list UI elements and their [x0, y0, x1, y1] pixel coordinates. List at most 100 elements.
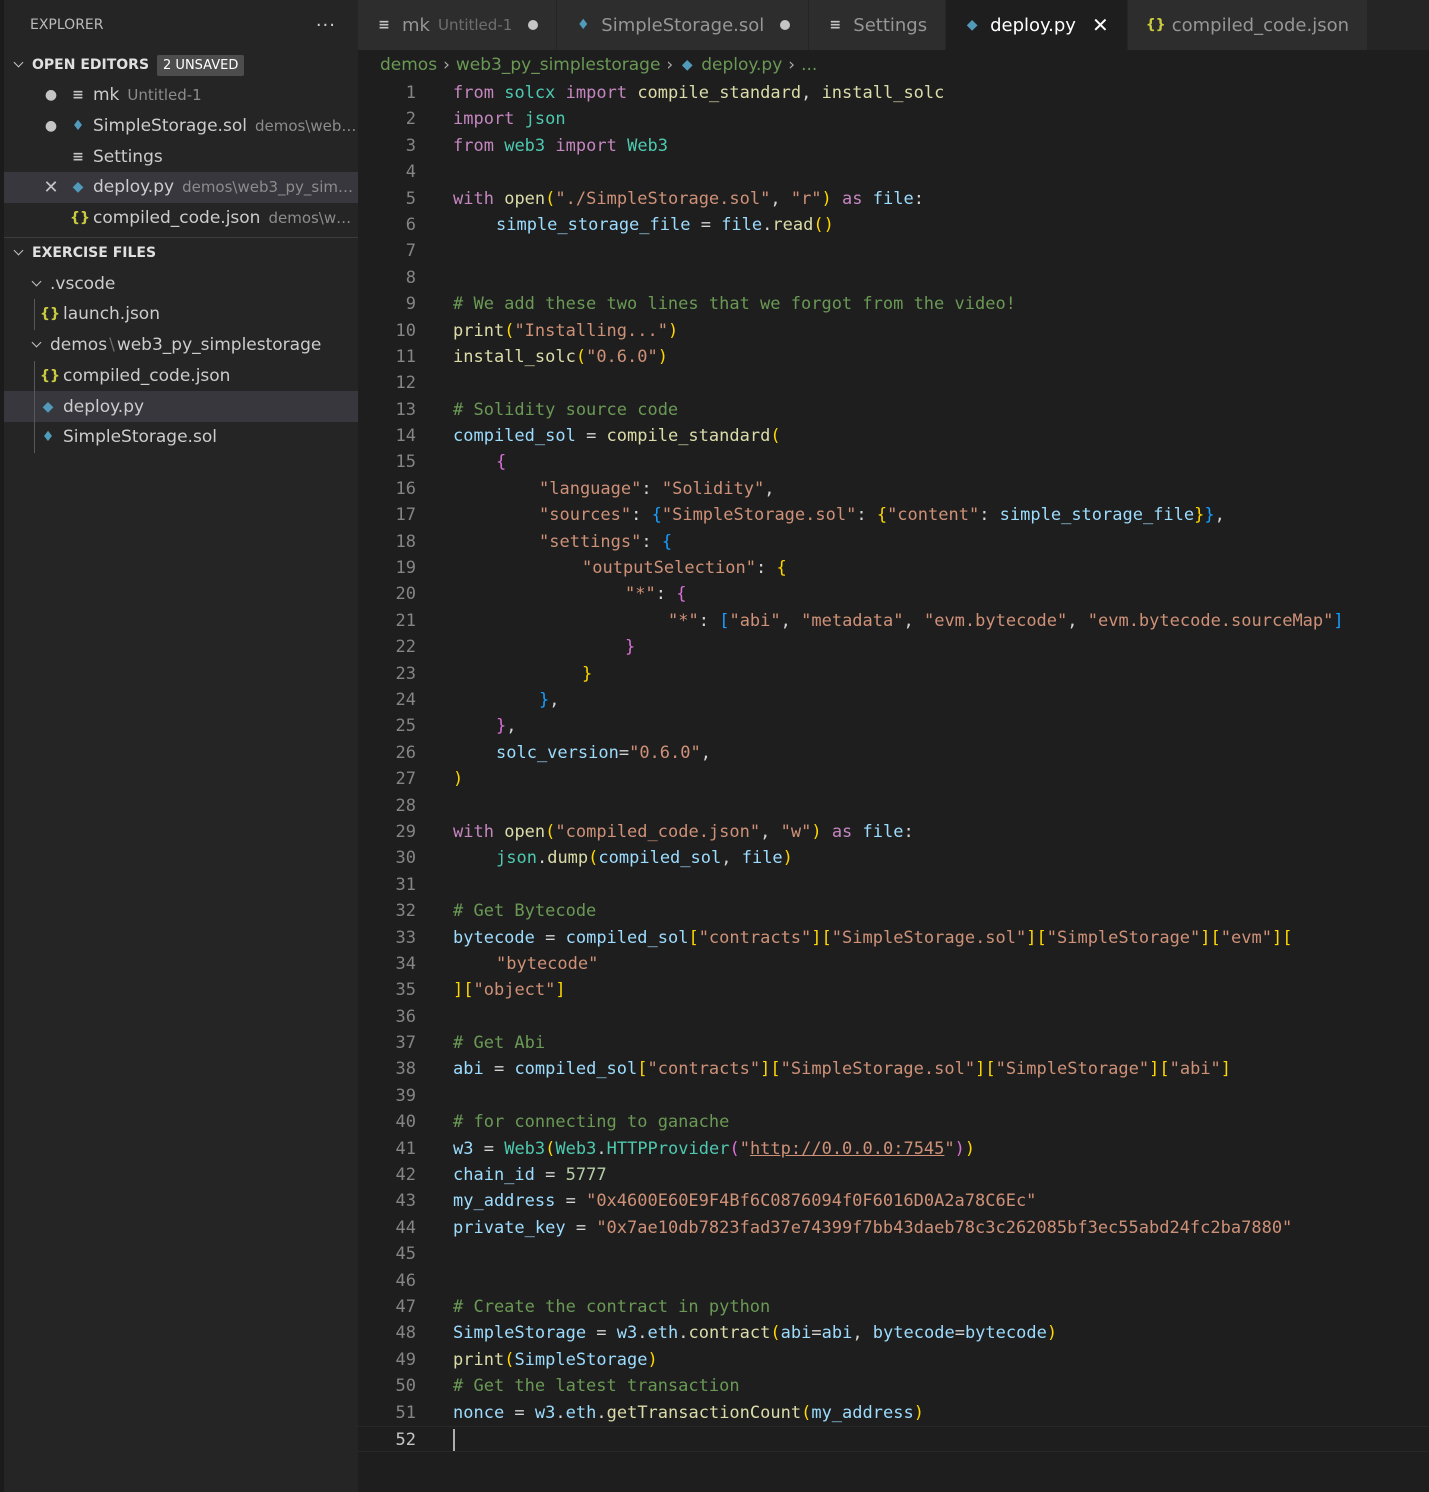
url-link[interactable]: http://0.0.0.0:7545: [750, 1139, 944, 1159]
breadcrumb-item[interactable]: web3_py_simplestorage: [456, 55, 661, 75]
open-editor-desc: demos\web3_...: [254, 117, 358, 136]
line-number: 27: [395, 769, 416, 790]
tok: bytecode: [964, 1323, 1047, 1344]
code-line: 37 # Get Abi: [358, 1030, 1429, 1056]
breadcrumb-item[interactable]: demos: [380, 55, 437, 75]
tab-compiled-code[interactable]: {} compiled_code.json: [1127, 0, 1369, 50]
open-editors-header[interactable]: OPEN EDITORS 2 UNSAVED: [4, 50, 358, 80]
tok: "SimpleStorage": [1046, 927, 1201, 948]
code-line: 39: [358, 1083, 1429, 1109]
tok: "*": [625, 584, 656, 605]
line-text: # for connecting to ganache: [453, 1112, 730, 1133]
tok: ]: [760, 1059, 771, 1080]
tok: SimpleStorage: [514, 1349, 648, 1370]
code-line: 48 SimpleStorage = w3.eth.contract(abi=ab…: [358, 1320, 1429, 1346]
tok: web3: [504, 135, 546, 156]
line-text: chain_id = 5777: [453, 1162, 607, 1188]
code-editor[interactable]: 1 from solcx import compile_standard, ins…: [358, 80, 1429, 1453]
tok: with: [453, 188, 494, 209]
code-line: 50 # Get the latest transaction: [358, 1373, 1429, 1399]
indent-guide: [34, 421, 35, 453]
tok: [832, 189, 842, 209]
tok: [: [463, 980, 474, 1001]
tok: "Installing...": [514, 320, 668, 341]
line-text: "outputSelection": {: [582, 555, 787, 581]
open-editor-name: Settings: [93, 146, 163, 167]
breadcrumb-item[interactable]: deploy.py: [701, 55, 782, 75]
tab-sublabel: Untitled-1: [437, 16, 513, 34]
tok: import: [555, 135, 617, 156]
exercise-files-header[interactable]: EXERCISE FILES: [4, 238, 358, 268]
tok: ): [823, 214, 834, 235]
tok: [494, 136, 504, 156]
line-text: w3 = Web3(Web3.HTTPProvider("http://0.0.…: [453, 1136, 975, 1162]
indent-guide: [34, 391, 35, 422]
tab-settings[interactable]: ≡ Settings: [809, 0, 947, 50]
tab-mk[interactable]: ≡ mk Untitled-1: [358, 0, 558, 50]
tok: simple_storage_file: [999, 505, 1195, 526]
tok: [: [770, 1059, 781, 1080]
open-editor-compiled-code[interactable]: {} compiled_code.json demos\web...: [4, 203, 358, 234]
close-icon[interactable]: ✕: [40, 177, 62, 198]
tok: w3: [616, 1323, 638, 1344]
code-line: 3 from web3 import Web3: [358, 133, 1429, 159]
python-icon: ◆: [681, 57, 693, 73]
tok: "contracts": [647, 1059, 761, 1080]
tok: :: [641, 531, 662, 552]
tab-simplestorage[interactable]: ♦ SimpleStorage.sol: [557, 0, 810, 50]
tok: =: [618, 742, 630, 763]
folder-name: .vscode: [50, 273, 116, 294]
folder-name: demos: [50, 335, 108, 356]
more-actions-icon[interactable]: ···: [316, 15, 336, 36]
tok: =: [555, 1191, 587, 1212]
breadcrumb-item[interactable]: ...: [801, 55, 817, 75]
code-line: 22}: [358, 634, 1429, 660]
line-text: with open("compiled_code.json", "w") as …: [453, 819, 914, 845]
folder-demos[interactable]: demos \ web3_py_simplestorage: [4, 330, 358, 361]
json-icon: {}: [40, 306, 60, 323]
folder-vscode[interactable]: .vscode: [4, 268, 358, 299]
tok: [555, 83, 565, 103]
tok: .: [596, 1402, 607, 1423]
tok: ): [964, 1138, 976, 1159]
tok: {: [676, 584, 687, 605]
indent-guide: [34, 360, 35, 392]
tab-label: compiled_code.json: [1171, 14, 1350, 36]
line-text: # Get the latest transaction: [453, 1376, 740, 1397]
open-editor-name: mk: [93, 85, 120, 106]
open-editor-deploy[interactable]: ✕ ◆ deploy.py demos\web3_py_simpl...: [4, 172, 358, 203]
tab-deploy[interactable]: ◆ deploy.py ✕: [946, 0, 1128, 50]
tok: [494, 83, 504, 103]
line-text: my_address = "0x4600E60E9F4Bf6C0876094f0…: [453, 1188, 1036, 1214]
file-deploy-py[interactable]: ◆ deploy.py: [4, 391, 358, 422]
tok: from: [453, 135, 494, 156]
unsaved-badge: 2 UNSAVED: [157, 54, 245, 76]
file-compiled-code-json[interactable]: {} compiled_code.json: [4, 360, 358, 392]
line-number: 15: [395, 452, 416, 473]
tok: file: [872, 188, 914, 209]
unsaved-dot-icon[interactable]: [528, 20, 539, 30]
unsaved-dot-icon[interactable]: [780, 20, 791, 30]
code-line: 18 "settings": {: [358, 529, 1429, 555]
unsaved-dot-icon[interactable]: ●: [40, 118, 62, 134]
tok: abi: [780, 1323, 812, 1344]
unsaved-dot-icon[interactable]: ●: [40, 87, 62, 103]
open-editor-mk[interactable]: ● ≡ mk Untitled-1: [4, 80, 358, 111]
tab-label: deploy.py: [990, 14, 1076, 36]
open-editor-simplestorage[interactable]: ● ♦ SimpleStorage.sol demos\web3_...: [4, 111, 358, 142]
open-editor-settings[interactable]: ≡ Settings: [4, 141, 358, 172]
tok: "evm.bytecode.sourceMap": [1087, 610, 1334, 631]
file-simplestorage-sol[interactable]: ♦ SimpleStorage.sol: [4, 421, 358, 453]
file-launch-json[interactable]: {} launch.json: [4, 299, 358, 330]
tok: "SimpleStorage.sol": [831, 927, 1027, 948]
line-number: 45: [395, 1244, 416, 1265]
tok: :: [856, 505, 877, 526]
tok: eth: [565, 1402, 597, 1423]
code-line: 13 # Solidity source code: [358, 397, 1429, 423]
line-number: 41: [395, 1138, 416, 1159]
line-number: 48: [395, 1323, 416, 1344]
line-text: bytecode = compiled_sol["contracts"]["Si…: [453, 925, 1292, 951]
close-icon[interactable]: ✕: [1092, 13, 1109, 37]
tok: "SimpleStorage.sol": [780, 1059, 976, 1080]
open-editor-desc: Untitled-1: [127, 86, 202, 105]
